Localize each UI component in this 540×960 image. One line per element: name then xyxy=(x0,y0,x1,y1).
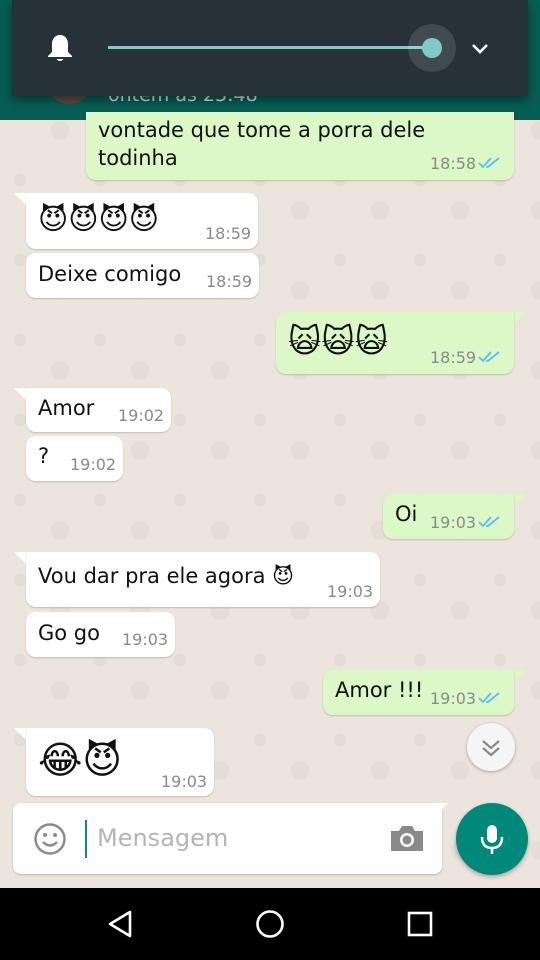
message-incoming[interactable]: Amor 19:02 xyxy=(26,388,171,432)
bubble-tail xyxy=(512,312,526,326)
message-incoming[interactable]: Vou dar pra ele agora 😈 19:03 xyxy=(26,552,380,607)
home-circle-icon[interactable] xyxy=(254,908,286,940)
message-incoming[interactable]: 😈😈😈😈 18:59 xyxy=(26,193,258,249)
message-time: 19:03 xyxy=(430,513,477,532)
message-text: Amor xyxy=(38,396,95,420)
message-incoming[interactable]: Go go 19:03 xyxy=(26,612,175,657)
message-text: vontade que tome a porra dele todinha xyxy=(98,118,426,170)
message-incoming[interactable]: Deixe comigo 18:59 xyxy=(26,253,259,298)
volume-slider-thumb[interactable] xyxy=(422,38,442,58)
message-time: 18:59 xyxy=(430,348,477,367)
message-time: 18:59 xyxy=(205,224,252,243)
message-text: 😈😈😈😈 xyxy=(38,202,159,236)
message-time: 19:03 xyxy=(430,689,477,708)
message-time: 18:59 xyxy=(206,272,253,291)
bubble-tail xyxy=(512,670,526,684)
message-text: Go go xyxy=(38,621,100,645)
message-outgoing[interactable]: Amor !!! 19:03 xyxy=(323,670,514,715)
message-outgoing[interactable]: 🙀🙀🙀 18:59 xyxy=(276,312,514,374)
message-text: Oi xyxy=(395,502,418,526)
message-input[interactable]: Mensagem xyxy=(97,824,228,852)
message-text: ? xyxy=(38,444,50,468)
bubble-tail xyxy=(512,494,526,508)
message-outgoing[interactable]: Oi 19:03 xyxy=(383,494,514,539)
message-text: Deixe comigo xyxy=(38,262,182,286)
message-text: Amor !!! xyxy=(335,678,424,702)
message-incoming[interactable]: 😂😈 19:03 xyxy=(26,728,214,796)
text-cursor xyxy=(85,820,87,858)
read-receipt-icon xyxy=(478,692,500,704)
read-receipt-icon xyxy=(478,516,500,528)
scroll-to-bottom-button[interactable] xyxy=(467,723,515,771)
read-receipt-icon xyxy=(478,351,500,363)
read-receipt-icon xyxy=(478,157,500,169)
voice-message-button[interactable] xyxy=(456,803,528,875)
composer-tail xyxy=(432,803,448,819)
microphone-icon xyxy=(480,825,504,854)
message-time: 19:02 xyxy=(118,406,165,425)
message-text: Vou dar pra ele agora 😈 xyxy=(38,564,295,588)
camera-icon[interactable] xyxy=(389,823,425,853)
message-time: 18:58 xyxy=(430,154,477,173)
message-text: 😂😈 xyxy=(38,738,123,782)
smiley-icon[interactable] xyxy=(33,822,67,856)
message-time: 19:02 xyxy=(70,455,117,474)
message-time: 19:03 xyxy=(327,582,374,601)
message-incoming[interactable]: ? 19:02 xyxy=(26,436,123,481)
volume-slider-track[interactable] xyxy=(108,46,434,49)
recents-square-icon[interactable] xyxy=(404,908,436,940)
volume-panel xyxy=(12,0,528,96)
message-composer[interactable]: Mensagem xyxy=(13,803,442,874)
message-text: 🙀🙀🙀 xyxy=(288,322,389,360)
system-navigation-bar xyxy=(0,888,540,960)
chevron-down-icon[interactable] xyxy=(468,36,492,60)
message-time: 19:03 xyxy=(122,630,169,649)
message-outgoing[interactable]: vontade que tome a porra dele todinha 18… xyxy=(86,112,514,180)
back-triangle-icon[interactable] xyxy=(104,908,136,940)
message-time: 19:03 xyxy=(161,772,208,791)
double-chevron-down-icon xyxy=(482,740,500,757)
bell-icon[interactable] xyxy=(46,33,74,63)
